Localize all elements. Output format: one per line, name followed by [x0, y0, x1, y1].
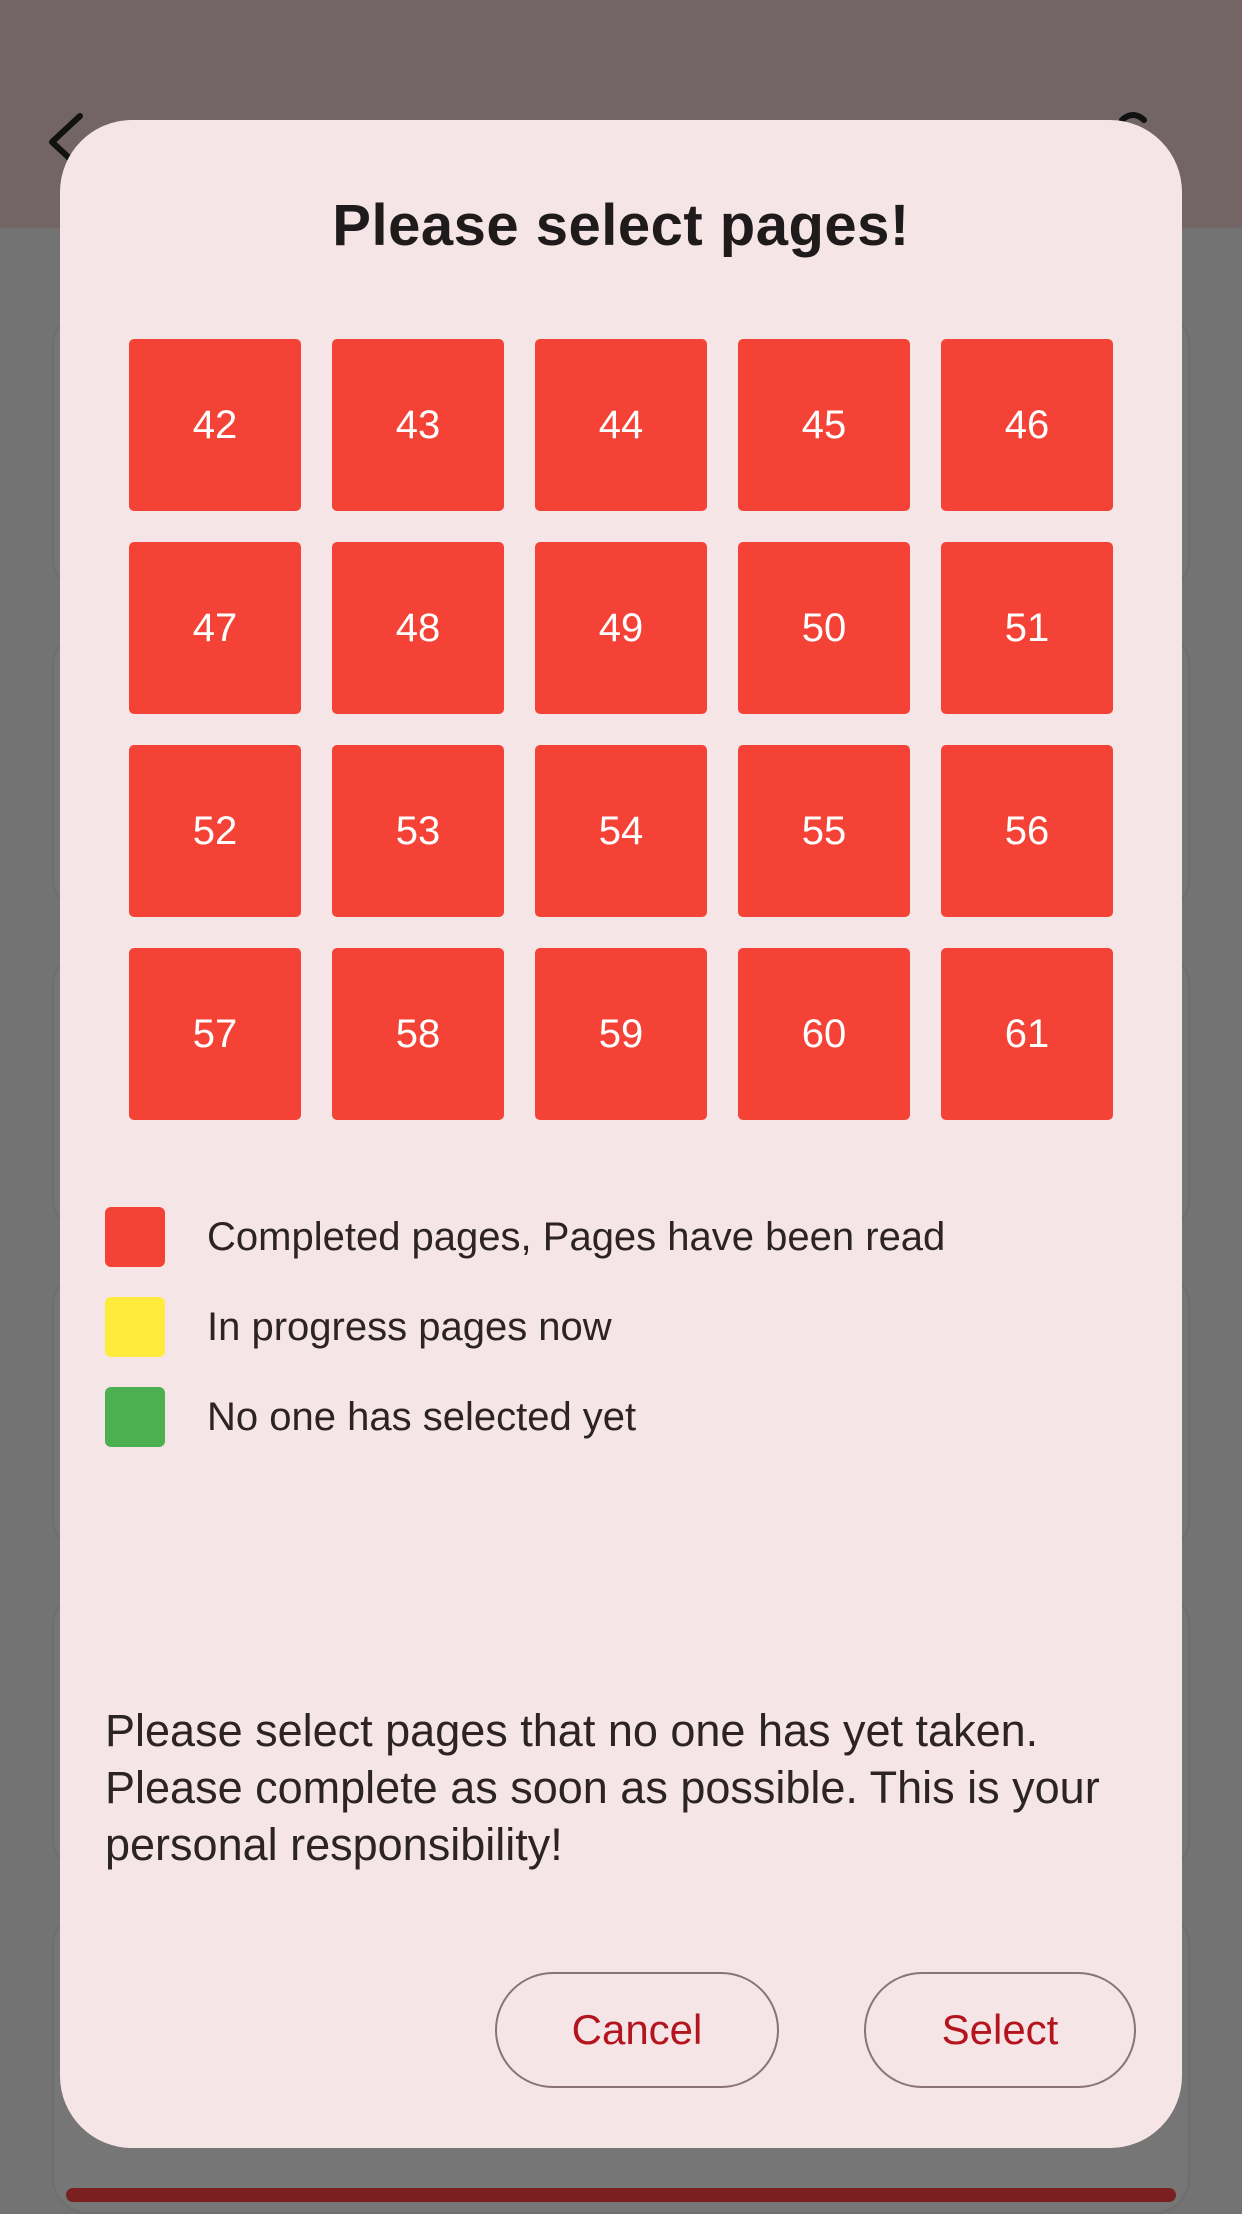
dialog-title: Please select pages! [332, 193, 910, 258]
legend-item: In progress pages now [105, 1297, 945, 1357]
select-button[interactable]: Select [864, 1972, 1136, 2088]
page-tile[interactable]: 55 [738, 745, 910, 917]
legend-item: No one has selected yet [105, 1387, 945, 1447]
page-tile[interactable]: 50 [738, 542, 910, 714]
instruction-message: Please select pages that no one has yet … [105, 1705, 1100, 1870]
page-tile[interactable]: 45 [738, 339, 910, 511]
cancel-button[interactable]: Cancel [495, 1972, 779, 2088]
page-tile[interactable]: 56 [941, 745, 1113, 917]
page-tile[interactable]: 53 [332, 745, 504, 917]
legend: Completed pages, Pages have been read In … [105, 1207, 945, 1477]
page-tile[interactable]: 42 [129, 339, 301, 511]
page-tile[interactable]: 49 [535, 542, 707, 714]
select-pages-dialog: Please select pages! 42 43 44 45 46 47 48 49 50 5… [60, 120, 1182, 2148]
legend-label: No one has selected yet [207, 1394, 637, 1439]
page-tile[interactable]: 43 [332, 339, 504, 511]
page-tile[interactable]: 60 [738, 948, 910, 1120]
legend-label: In progress pages now [207, 1304, 612, 1349]
page-tile[interactable]: 47 [129, 542, 301, 714]
background-progress-bar [66, 2188, 1176, 2202]
page-tile[interactable]: 59 [535, 948, 707, 1120]
page-tile[interactable]: 48 [332, 542, 504, 714]
page-tile[interactable]: 44 [535, 339, 707, 511]
legend-swatch [105, 1387, 165, 1447]
page-tile[interactable]: 54 [535, 745, 707, 917]
page-tile[interactable]: 57 [129, 948, 301, 1120]
legend-swatch [105, 1297, 165, 1357]
legend-label: Completed pages, Pages have been read [207, 1214, 946, 1259]
page-tile[interactable]: 61 [941, 948, 1113, 1120]
page-tile[interactable]: 58 [332, 948, 504, 1120]
page-grid: 42 43 44 45 46 47 48 49 50 51 52 53 54 55 56 57 58 59 60 61 [129, 339, 1115, 1120]
legend-item: Completed pages, Pages have been read [105, 1207, 945, 1267]
legend-swatch [105, 1207, 165, 1267]
page-tile[interactable]: 52 [129, 745, 301, 917]
page-tile[interactable]: 51 [941, 542, 1113, 714]
page-tile[interactable]: 46 [941, 339, 1113, 511]
